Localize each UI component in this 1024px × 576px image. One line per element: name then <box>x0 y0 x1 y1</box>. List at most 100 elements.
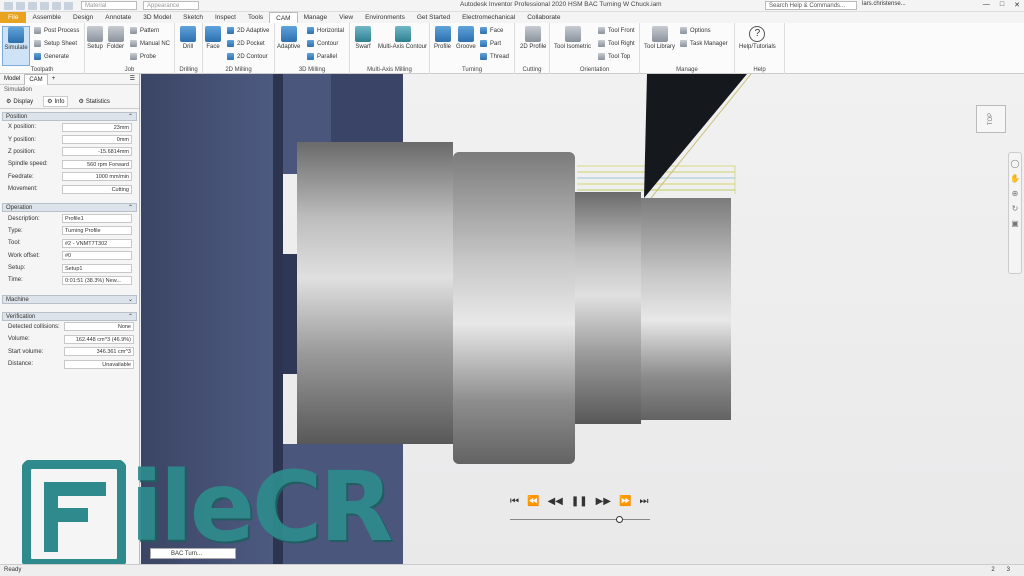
tool-isometric-button[interactable]: Tool Isometric <box>554 26 591 50</box>
drill-icon <box>180 26 196 42</box>
close-icon[interactable]: ✕ <box>1014 1 1020 9</box>
operation-header[interactable]: Operation ⌃ <box>2 203 137 213</box>
tab-environments[interactable]: Environments <box>359 12 411 23</box>
verification-header[interactable]: Verification ⌃ <box>2 311 137 322</box>
material-dropdown[interactable]: Material <box>81 1 137 10</box>
probe-button[interactable]: Probe <box>130 53 156 60</box>
help-search-input[interactable]: Search Help & Commands... <box>765 1 857 10</box>
tab-tools[interactable]: Tools <box>242 12 269 23</box>
folder-button[interactable]: Folder <box>107 26 124 50</box>
open-icon[interactable] <box>28 1 37 10</box>
position-header[interactable]: Position ⌃ <box>2 112 137 121</box>
options-button[interactable]: Options <box>680 27 711 34</box>
zoom-icon[interactable]: ⊕ <box>1012 189 1019 198</box>
tab-info[interactable]: ⚙ Info <box>43 96 69 107</box>
steering-wheel-icon[interactable]: ◯ <box>1011 159 1020 168</box>
help-tutorials-button[interactable]: ? Help/Tutorials <box>739 26 776 50</box>
tab-model[interactable]: Model <box>0 74 24 85</box>
pan-icon[interactable]: ✋ <box>1010 174 1020 183</box>
tab-statistics[interactable]: ⚙ Statistics <box>78 98 109 106</box>
new-icon[interactable] <box>16 1 25 10</box>
groove-button[interactable]: Groove <box>456 26 476 50</box>
machine-header[interactable]: Machine ⌄ <box>2 294 137 305</box>
orbit-icon[interactable]: ↻ <box>1012 204 1019 213</box>
fast-forward-icon[interactable]: ▶▶ <box>596 496 611 507</box>
tool-top-button[interactable]: Tool Top <box>598 53 630 60</box>
maximize-icon[interactable]: □ <box>1000 1 1004 9</box>
add-tab-icon[interactable]: + <box>48 74 60 85</box>
tab-collaborate[interactable]: Collaborate <box>521 12 566 23</box>
undo-icon[interactable] <box>52 1 61 10</box>
minimize-icon[interactable]: — <box>983 1 990 9</box>
thread-button[interactable]: Thread <box>480 53 509 60</box>
tab-annotate[interactable]: Annotate <box>99 12 137 23</box>
adaptive-button[interactable]: Adaptive <box>277 26 300 50</box>
tab-cam[interactable]: CAM <box>269 12 298 23</box>
drill-button[interactable]: Drill <box>180 26 196 50</box>
look-at-icon[interactable]: ▣ <box>1011 219 1019 228</box>
multi-axis-contour-button[interactable]: Multi-Axis Contour <box>378 26 427 50</box>
setup-sheet-button[interactable]: Setup Sheet <box>34 40 77 47</box>
tab-get-started[interactable]: Get Started <box>411 12 456 23</box>
tool-library-button[interactable]: Tool Library <box>644 26 675 50</box>
skip-to-start-icon[interactable]: ⏮ <box>510 496 519 507</box>
turning-face-button[interactable]: Face <box>480 27 503 34</box>
document-title: Autodesk Inventor Professional 2020 HSM … <box>460 1 662 8</box>
task-manager-button[interactable]: Task Manager <box>680 40 728 47</box>
user-account[interactable]: lars.christense... <box>862 1 906 7</box>
simulate-button[interactable]: Simulate <box>2 26 30 66</box>
tool-front-button[interactable]: Tool Front <box>598 27 635 34</box>
display-icon: ⚙ <box>6 99 12 105</box>
app-menu-icon[interactable] <box>4 1 13 10</box>
2d-profile-button[interactable]: 2D Profile <box>520 26 546 50</box>
viewcube[interactable]: TOP <box>976 105 1006 133</box>
redo-icon[interactable] <box>64 1 73 10</box>
expand-icon[interactable]: ⌄ <box>128 296 133 305</box>
verification-header-label: Verification <box>6 313 36 320</box>
horizontal-button[interactable]: Horizontal <box>307 27 344 34</box>
2d-pocket-button[interactable]: 2D Pocket <box>227 40 265 47</box>
step-back-icon[interactable]: ⏪ <box>527 496 539 507</box>
step-forward-icon[interactable]: ⏩ <box>619 496 631 507</box>
timeline-slider-thumb[interactable] <box>616 516 623 523</box>
task-manager-label: Task Manager <box>690 40 728 47</box>
generate-button[interactable]: Generate <box>34 53 69 60</box>
simulation-timeline[interactable] <box>510 519 650 520</box>
pattern-button[interactable]: Pattern <box>130 27 159 34</box>
2d-adaptive-button[interactable]: 2D Adaptive <box>227 27 269 34</box>
folder-icon <box>107 26 124 42</box>
tab-manage[interactable]: Manage <box>298 12 334 23</box>
tab-design[interactable]: Design <box>67 12 99 23</box>
setup-button[interactable]: Setup <box>87 26 103 50</box>
skip-to-end-icon[interactable]: ⏭ <box>639 496 648 507</box>
tab-cam-browser[interactable]: CAM <box>24 73 48 85</box>
appearance-dropdown[interactable]: Appearance <box>143 1 199 10</box>
tab-view[interactable]: View <box>333 12 359 23</box>
tab-electromechanical[interactable]: Electromechanical <box>456 12 521 23</box>
parallel-button[interactable]: Parallel <box>307 53 337 60</box>
tab-sketch[interactable]: Sketch <box>177 12 209 23</box>
row-value: Turning Profile <box>62 226 132 236</box>
tool-right-button[interactable]: Tool Right <box>598 40 635 47</box>
save-icon[interactable] <box>40 1 49 10</box>
tab-display[interactable]: ⚙ Display <box>6 98 33 106</box>
2d-contour-button[interactable]: 2D Contour <box>227 53 268 60</box>
collapse-icon[interactable]: ⌃ <box>128 113 133 122</box>
turning-profile-button[interactable]: Profile <box>434 26 451 50</box>
post-process-button[interactable]: Post Process <box>34 27 79 34</box>
generate-label: Generate <box>44 53 70 60</box>
manual-nc-button[interactable]: Manual NC <box>130 40 170 47</box>
rewind-icon[interactable]: ◀◀ <box>547 496 562 507</box>
swarf-button[interactable]: Swarf <box>355 26 371 50</box>
pause-icon[interactable]: ❚❚ <box>571 496 588 507</box>
tab-inspect[interactable]: Inspect <box>209 12 242 23</box>
collapse-icon[interactable]: ⌃ <box>128 204 133 213</box>
part-button[interactable]: Part <box>480 40 501 47</box>
tab-assemble[interactable]: Assemble <box>26 12 67 23</box>
tab-file[interactable]: File <box>0 12 27 23</box>
face-mill-button[interactable]: Face <box>205 26 221 50</box>
tab-3d-model[interactable]: 3D Model <box>137 12 177 23</box>
collapse-icon[interactable]: ⌃ <box>128 313 133 322</box>
panel-menu-icon[interactable]: ☰ <box>126 74 139 85</box>
contour-button[interactable]: Contour <box>307 40 338 47</box>
